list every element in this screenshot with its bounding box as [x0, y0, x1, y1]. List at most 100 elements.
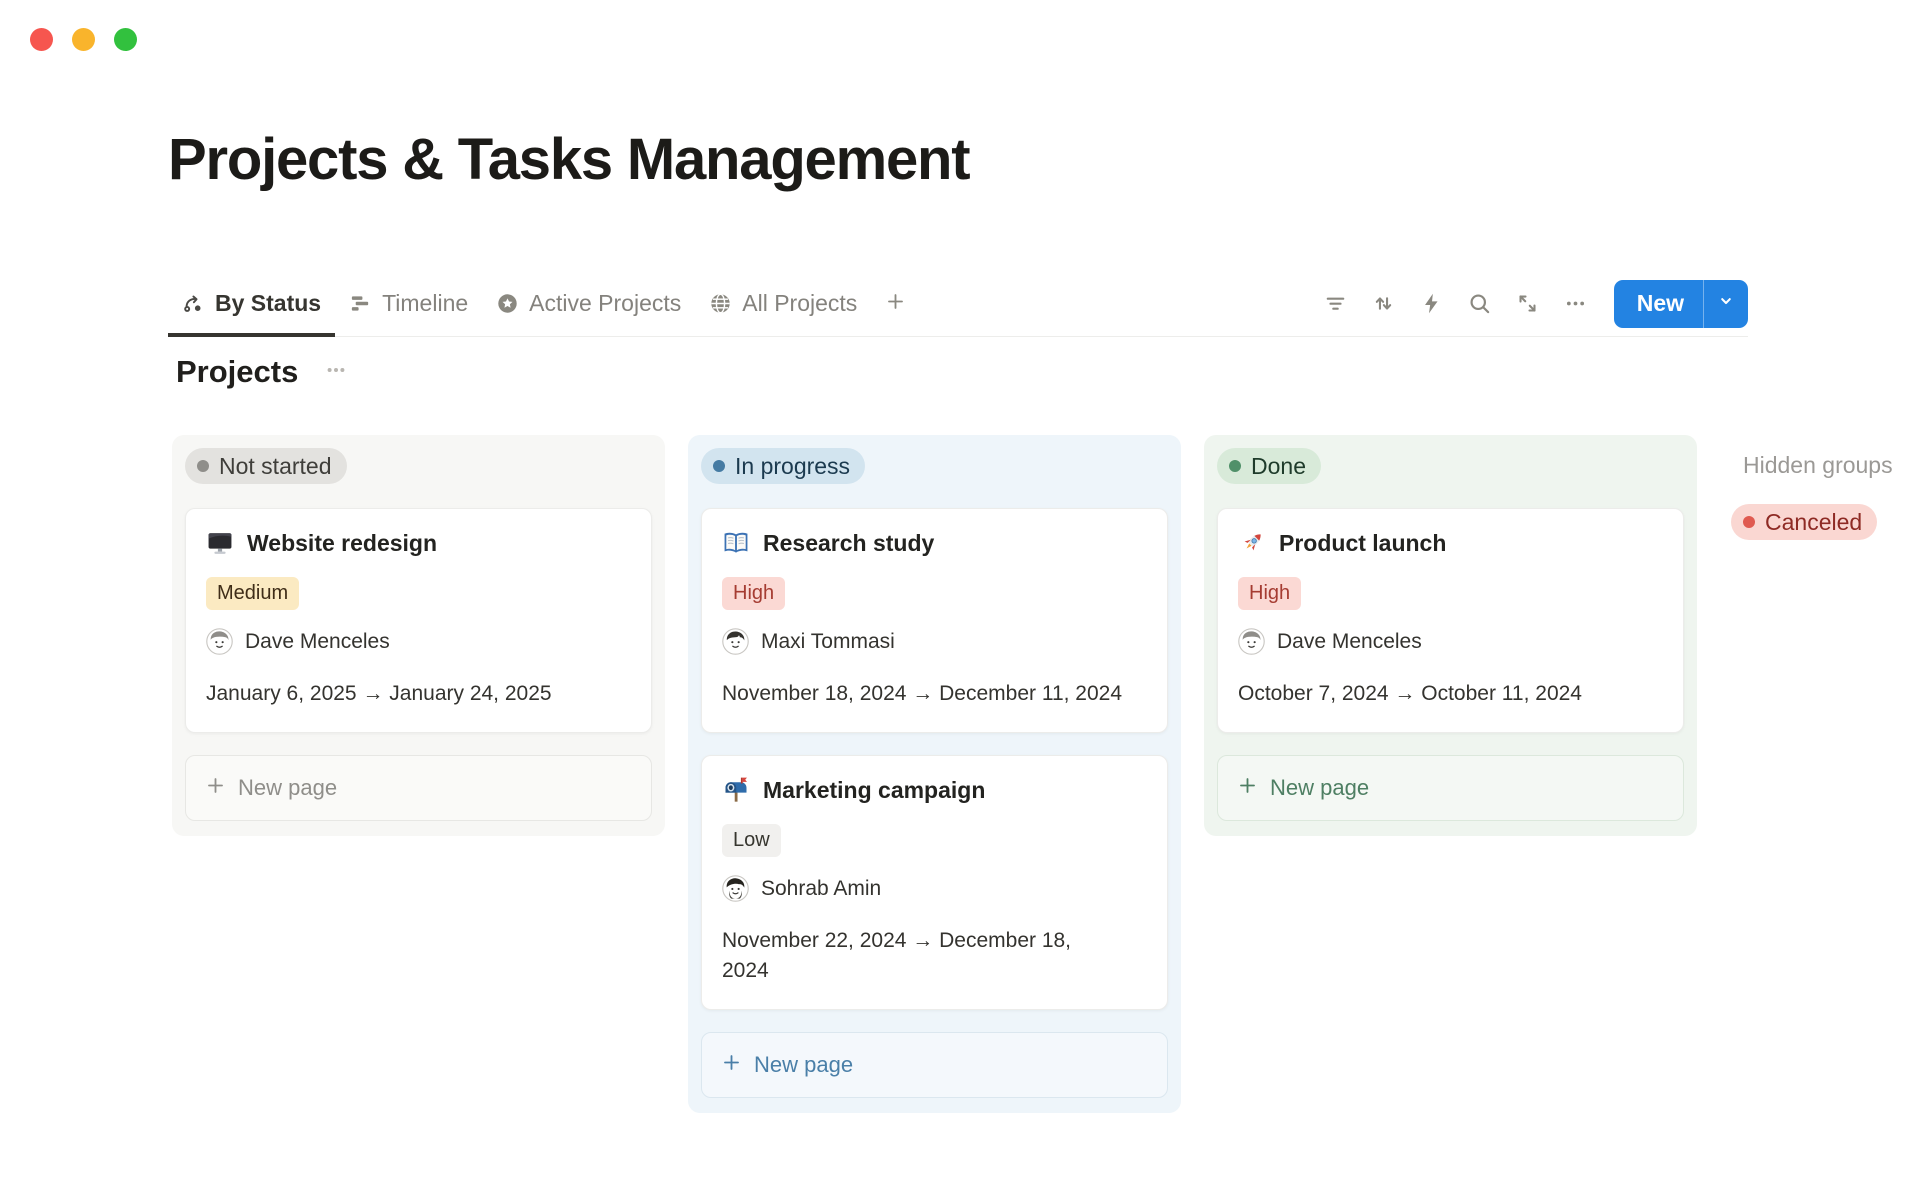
- board-title: Projects: [176, 354, 298, 390]
- fullscreen-window-button[interactable]: [114, 28, 137, 51]
- more-options-button[interactable]: [1556, 284, 1596, 324]
- board-heading-row: Projects: [176, 354, 348, 390]
- status-dot: [197, 460, 209, 472]
- add-view-button[interactable]: [871, 271, 920, 336]
- more-icon: [324, 358, 348, 387]
- sort-button[interactable]: [1364, 284, 1404, 324]
- card-title: Marketing campaign: [763, 777, 985, 804]
- new-button-label: New: [1614, 290, 1703, 317]
- search-button[interactable]: [1460, 284, 1500, 324]
- chevron-down-icon: [1716, 291, 1736, 316]
- status-pill-not-started[interactable]: Not started: [185, 448, 347, 484]
- minimize-window-button[interactable]: [72, 28, 95, 51]
- plus-icon: [884, 290, 907, 318]
- column-done: Done Product launch High Dave Menceles O…: [1204, 435, 1697, 836]
- status-pill-canceled[interactable]: Canceled: [1731, 504, 1877, 540]
- tab-all-projects[interactable]: All Projects: [695, 271, 871, 336]
- card-dates: October 7, 2024 → October 11, 2024: [1238, 679, 1663, 708]
- new-page-button-done[interactable]: New page: [1217, 755, 1684, 821]
- card-dates: November 18, 2024 → December 11, 2024: [722, 679, 1147, 708]
- rocket-emoji: [1238, 529, 1266, 557]
- card-marketing-campaign[interactable]: Marketing campaign Low Sohrab Amin Novem…: [701, 755, 1168, 1010]
- status-dot: [1743, 516, 1755, 528]
- assignee-row: Dave Menceles: [206, 628, 631, 655]
- new-button-dropdown[interactable]: [1704, 280, 1748, 328]
- status-label: Canceled: [1765, 509, 1862, 536]
- plus-icon: [1236, 774, 1259, 803]
- star-circle-icon: [496, 292, 519, 315]
- column-in-progress: In progress Research study High Maxi Tom…: [688, 435, 1181, 1113]
- tab-active-projects[interactable]: Active Projects: [482, 271, 695, 336]
- filter-button[interactable]: [1316, 284, 1356, 324]
- card-list: Website redesign Medium Dave Menceles Ja…: [185, 508, 652, 733]
- desktop-computer-emoji: [206, 529, 234, 557]
- tab-by-status[interactable]: By Status: [168, 271, 335, 336]
- view-toolbar: New: [1316, 280, 1748, 328]
- board-options-button[interactable]: [324, 358, 348, 387]
- avatar: [722, 628, 749, 655]
- status-dot: [1229, 460, 1241, 472]
- assignee-name: Dave Menceles: [245, 630, 390, 654]
- new-button[interactable]: New: [1614, 280, 1748, 328]
- status-label: Not started: [219, 453, 332, 480]
- status-pill-in-progress[interactable]: In progress: [701, 448, 865, 484]
- assignee-row: Sohrab Amin: [722, 875, 1147, 902]
- plus-icon: [720, 1051, 743, 1080]
- window-controls: [30, 28, 137, 51]
- avatar: [722, 875, 749, 902]
- card-website-redesign[interactable]: Website redesign Medium Dave Menceles Ja…: [185, 508, 652, 733]
- new-page-button-not-started[interactable]: New page: [185, 755, 652, 821]
- card-dates: January 6, 2025 → January 24, 2025: [206, 679, 631, 708]
- assignee-name: Maxi Tommasi: [761, 630, 895, 654]
- card-product-launch[interactable]: Product launch High Dave Menceles Octobe…: [1217, 508, 1684, 733]
- card-list: Product launch High Dave Menceles Octobe…: [1217, 508, 1684, 733]
- search-icon: [1467, 291, 1492, 316]
- view-bar: By Status Timeline Active Projects All P…: [168, 271, 1748, 337]
- avatar: [206, 628, 233, 655]
- globe-icon: [709, 292, 732, 315]
- more-icon: [1563, 291, 1588, 316]
- priority-badge: Low: [722, 824, 781, 857]
- card-list: Research study High Maxi Tommasi Novembe…: [701, 508, 1168, 1010]
- column-not-started: Not started Website redesign Medium Dave…: [172, 435, 665, 836]
- status-pill-done[interactable]: Done: [1217, 448, 1321, 484]
- assignee-row: Dave Menceles: [1238, 628, 1663, 655]
- lightning-icon: [1419, 291, 1444, 316]
- priority-badge: Medium: [206, 577, 299, 610]
- filter-icon: [1323, 291, 1348, 316]
- status-dot: [713, 460, 725, 472]
- new-page-button-in-progress[interactable]: New page: [701, 1032, 1168, 1098]
- view-tabs: By Status Timeline Active Projects All P…: [168, 271, 920, 336]
- expand-icon: [1515, 291, 1540, 316]
- mailbox-emoji: [722, 776, 750, 804]
- card-research-study[interactable]: Research study High Maxi Tommasi Novembe…: [701, 508, 1168, 733]
- timeline-icon: [349, 292, 372, 315]
- automations-button[interactable]: [1412, 284, 1452, 324]
- status-label: Done: [1251, 453, 1306, 480]
- tab-label: Timeline: [382, 290, 468, 317]
- kanban-board: Not started Website redesign Medium Dave…: [172, 435, 1697, 1113]
- priority-badge: High: [1238, 577, 1301, 610]
- sort-icon: [1371, 291, 1396, 316]
- priority-badge: High: [722, 577, 785, 610]
- card-title: Product launch: [1279, 530, 1446, 557]
- plus-icon: [204, 774, 227, 803]
- card-dates: November 22, 2024 → December 18, 2024: [722, 926, 1100, 985]
- status-label: In progress: [735, 453, 850, 480]
- open-book-emoji: [722, 529, 750, 557]
- tab-timeline[interactable]: Timeline: [335, 271, 482, 336]
- expand-button[interactable]: [1508, 284, 1548, 324]
- close-window-button[interactable]: [30, 28, 53, 51]
- assignee-name: Sohrab Amin: [761, 877, 881, 901]
- tab-label: All Projects: [742, 290, 857, 317]
- new-page-label: New page: [754, 1052, 853, 1078]
- group-by-icon: [182, 292, 205, 315]
- new-page-label: New page: [1270, 775, 1369, 801]
- new-page-label: New page: [238, 775, 337, 801]
- assignee-name: Dave Menceles: [1277, 630, 1422, 654]
- avatar: [1238, 628, 1265, 655]
- tab-label: By Status: [215, 290, 321, 317]
- hidden-groups-label: Hidden groups: [1731, 452, 1920, 479]
- page-title: Projects & Tasks Management: [168, 126, 969, 193]
- assignee-row: Maxi Tommasi: [722, 628, 1147, 655]
